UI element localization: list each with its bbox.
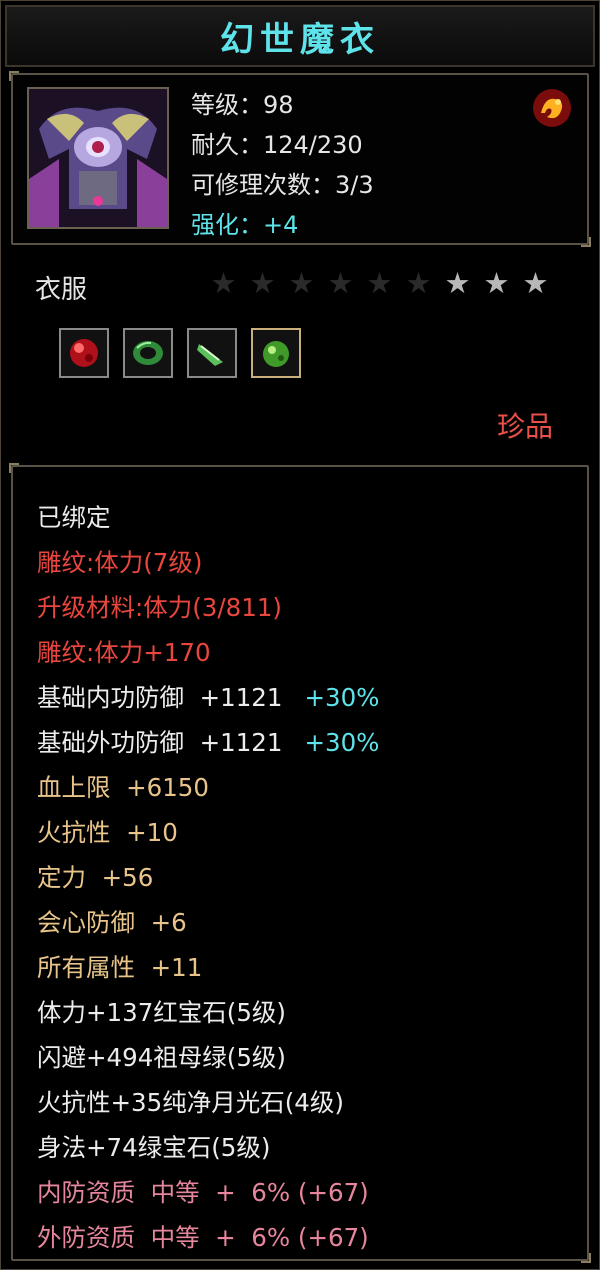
- attribute-text: 血上限 +6150: [37, 773, 209, 802]
- star-icon: ★: [210, 266, 237, 300]
- attribute-line: 体力+137红宝石(5级): [37, 990, 379, 1035]
- attribute-text: 定力 +56: [37, 863, 154, 892]
- gem-sockets: [59, 328, 301, 378]
- item-header-panel: 等级：98 耐久：124/230 可修理次数：3/3 强化：+4: [9, 71, 591, 247]
- attribute-line: 定力 +56: [37, 855, 379, 900]
- star-rating: ★ ★ ★ ★ ★ ★ ★ ★ ★: [209, 265, 550, 301]
- attribute-text: 火抗性+35纯净月光石(4级): [37, 1088, 344, 1117]
- attribute-bonus-percent: +30%: [304, 728, 380, 757]
- star-icon: ★: [249, 266, 276, 300]
- enhance-stat: 强化：+4: [191, 211, 299, 239]
- item-tooltip: 幻世魔衣 等级：98 耐久：124/230 可修理次数：3/3 强化：+4 衣服…: [0, 0, 600, 1270]
- attribute-line: 会心防御 +6: [37, 900, 379, 945]
- attribute-line: 基础内功防御 +1121 +30%: [37, 675, 379, 720]
- attribute-text: 外防资质 中等 + 6% (+67): [37, 1223, 369, 1252]
- attributes-panel: 已绑定雕纹:体力(7级) 升级材料:体力(3/811) 雕纹:体力+170 基础内功防…: [9, 463, 591, 1263]
- attribute-text: 体力+137红宝石(5级): [37, 998, 286, 1027]
- attribute-text: 身法+74绿宝石(5级): [37, 1133, 271, 1162]
- armor-portrait-icon: [27, 87, 169, 229]
- green-crystal-icon[interactable]: [187, 328, 237, 378]
- star-icon: ★: [327, 266, 354, 300]
- star-icon: ★: [288, 266, 315, 300]
- rarity-label: 珍品: [496, 410, 553, 443]
- attribute-text: 基础内功防御 +1121: [37, 683, 283, 712]
- attribute-line: 血上限 +6150: [37, 765, 379, 810]
- attribute-text: 已绑定: [37, 503, 111, 532]
- attribute-line: 火抗性+35纯净月光石(4级): [37, 1080, 379, 1125]
- attribute-line: 雕纹:体力+170: [37, 630, 379, 675]
- attribute-text: 内防资质 中等 + 6% (+67): [37, 1178, 369, 1207]
- star-icon: ★: [522, 266, 549, 300]
- fire-element-icon: [531, 87, 573, 129]
- title-bar: 幻世魔衣: [5, 5, 595, 67]
- attribute-line: 内防资质 中等 + 6% (+67): [37, 1170, 379, 1215]
- attribute-text: 闪避+494祖母绿(5级): [37, 1043, 286, 1072]
- attribute-text: 雕纹:体力(7级): [37, 548, 203, 577]
- attribute-text: 升级材料:体力(3/811): [37, 593, 282, 622]
- attribute-text: 所有属性 +11: [37, 953, 203, 982]
- star-icon: ★: [483, 266, 510, 300]
- item-stats: 等级：98 耐久：124/230 可修理次数：3/3 强化：+4: [191, 85, 374, 245]
- attribute-bonus-percent: +30%: [304, 683, 380, 712]
- attribute-line: 基础外功防御 +1121 +30%: [37, 720, 379, 765]
- attribute-line: 外防资质 中等 + 6% (+67): [37, 1215, 379, 1260]
- attribute-text: 会心防御 +6: [37, 908, 187, 937]
- attribute-line: 身法+74绿宝石(5级): [37, 1125, 379, 1170]
- red-gem-icon[interactable]: [59, 328, 109, 378]
- item-name: 幻世魔衣: [220, 19, 380, 60]
- attribute-line: 已绑定: [37, 495, 379, 540]
- level-stat: 等级：98: [191, 91, 294, 119]
- attribute-list: 已绑定雕纹:体力(7级) 升级材料:体力(3/811) 雕纹:体力+170 基础内功防…: [37, 495, 379, 1260]
- attribute-line: 升级材料:体力(3/811): [37, 585, 379, 630]
- attribute-text: 火抗性 +10: [37, 818, 178, 847]
- attribute-line: 火抗性 +10: [37, 810, 379, 855]
- attribute-line: 雕纹:体力(7级): [37, 540, 379, 585]
- item-type-label: 衣服: [35, 275, 88, 305]
- durability-stat: 耐久：124/230: [191, 131, 363, 159]
- green-bracelet-icon[interactable]: [123, 328, 173, 378]
- green-pearl-icon[interactable]: [251, 328, 301, 378]
- star-icon: ★: [366, 266, 393, 300]
- star-icon: ★: [405, 266, 432, 300]
- star-icon: ★: [444, 266, 471, 300]
- attribute-text: 基础外功防御 +1121: [37, 728, 283, 757]
- attribute-line: 所有属性 +11: [37, 945, 379, 990]
- attribute-line: 闪避+494祖母绿(5级): [37, 1035, 379, 1080]
- attribute-text: 雕纹:体力+170: [37, 638, 211, 667]
- repair-count-stat: 可修理次数：3/3: [191, 171, 374, 199]
